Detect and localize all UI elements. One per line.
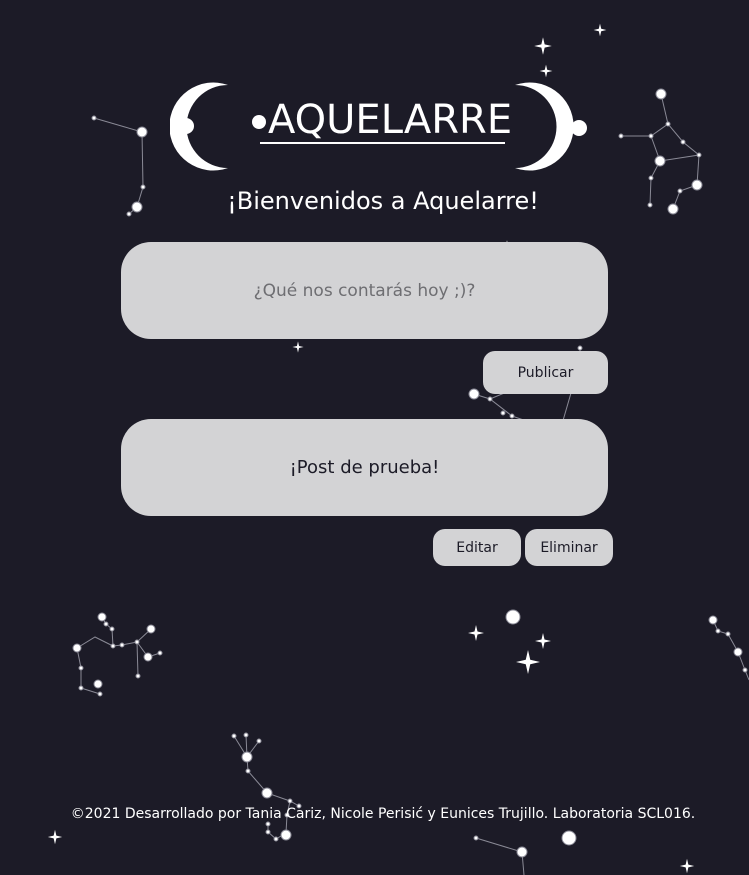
logo-wordmark: AQUELARRE	[268, 97, 513, 143]
post-input[interactable]	[121, 242, 608, 339]
footer-credits: ©2021 Desarrollado por Tania Cariz, Nico…	[70, 806, 696, 822]
post-card: ¡Post de prueba!	[121, 419, 608, 516]
edit-button[interactable]: Editar	[433, 529, 521, 566]
delete-button[interactable]: Eliminar	[525, 529, 613, 566]
page-title: ¡Bienvenidos a Aquelarre!	[227, 187, 539, 215]
moon-icon	[515, 82, 587, 171]
publish-button[interactable]: Publicar	[483, 351, 608, 394]
moon-icon	[170, 82, 266, 171]
post-text: ¡Post de prueba!	[289, 457, 440, 478]
